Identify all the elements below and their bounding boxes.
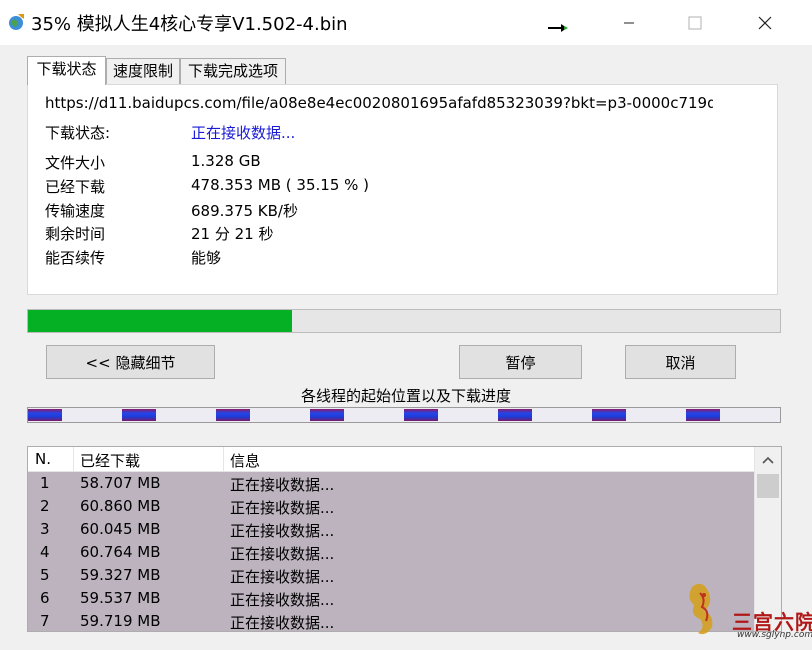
globe-download-icon (9, 14, 24, 30)
status-label: 下载状态: (45, 124, 111, 142)
close-button[interactable] (742, 0, 788, 45)
thread-progress-segment (404, 409, 438, 421)
thread-downloaded: 58.707 MB (80, 474, 161, 492)
thread-info: 正在接收数据... (230, 476, 335, 494)
minimize-button[interactable] (606, 0, 652, 45)
thread-number: 2 (40, 497, 50, 515)
thread-downloaded: 60.860 MB (80, 497, 161, 515)
column-header-downloaded[interactable]: 已经下载 (80, 450, 140, 471)
thread-number: 4 (40, 543, 50, 561)
thread-info: 正在接收数据... (230, 499, 335, 517)
thread-downloaded: 59.719 MB (80, 612, 161, 630)
thread-info: 正在接收数据... (230, 545, 335, 563)
tab-completion-options[interactable]: 下载完成选项 (180, 58, 286, 84)
threads-progress-bar (27, 407, 781, 423)
thread-list[interactable]: N. 已经下载 信息 1 58.707 MB 正在接收数据... 2 60.86… (27, 446, 782, 632)
tab-speed-limit[interactable]: 速度限制 (106, 58, 180, 84)
maximize-icon (688, 16, 702, 29)
download-details-panel: https://d11.baidupcs.com/file/a08e8e4ec0… (27, 84, 778, 295)
column-header-info[interactable]: 信息 (230, 450, 260, 471)
thread-number: 5 (40, 566, 50, 584)
thread-progress-segment (216, 409, 250, 421)
thread-downloaded: 59.537 MB (80, 589, 161, 607)
list-item[interactable]: 7 59.719 MB 正在接收数据... (28, 610, 754, 632)
column-divider (223, 447, 224, 472)
window-title: 35% 模拟人生4核心专享V1.502-4.bin (31, 14, 348, 35)
list-item[interactable]: 4 60.764 MB 正在接收数据... (28, 541, 754, 564)
threads-caption: 各线程的起始位置以及下载进度 (300, 387, 511, 405)
scroll-thumb[interactable] (757, 474, 779, 498)
thread-downloaded: 60.045 MB (80, 520, 161, 538)
list-item[interactable]: 3 60.045 MB 正在接收数据... (28, 518, 754, 541)
file-size-value: 1.328 GB (191, 152, 261, 170)
thread-info: 正在接收数据... (230, 591, 335, 609)
watermark-url: www.sglynp.com (737, 630, 812, 640)
thread-info: 正在接收数据... (230, 522, 335, 540)
thread-number: 7 (40, 612, 50, 630)
thread-progress-segment (686, 409, 720, 421)
pause-button[interactable]: 暂停 (459, 345, 582, 379)
thread-progress-segment (498, 409, 532, 421)
file-size-label: 文件大小 (45, 154, 106, 172)
download-progress-bar (27, 309, 781, 333)
time-left-value: 21 分 21 秒 (191, 225, 274, 243)
close-icon (758, 16, 772, 29)
scroll-up-button[interactable] (755, 447, 781, 472)
speed-value: 689.375 KB/秒 (191, 202, 298, 220)
speed-label: 传输速度 (45, 202, 106, 220)
thread-downloaded: 59.327 MB (80, 566, 161, 584)
hide-details-button[interactable]: << 隐藏细节 (46, 345, 215, 379)
thread-info: 正在接收数据... (230, 614, 335, 632)
status-value: 正在接收数据... (191, 124, 296, 142)
busy-arrow-cursor-icon (548, 24, 568, 32)
title-bar[interactable]: 35% 模拟人生4核心专享V1.502-4.bin (0, 0, 812, 45)
maximize-button[interactable] (672, 0, 718, 45)
list-item[interactable]: 2 60.860 MB 正在接收数据... (28, 495, 754, 518)
thread-progress-segment (28, 409, 62, 421)
download-url: https://d11.baidupcs.com/file/a08e8e4ec0… (45, 94, 713, 112)
thread-number: 1 (40, 474, 50, 492)
cancel-button[interactable]: 取消 (625, 345, 736, 379)
progress-fill (28, 310, 293, 332)
list-item[interactable]: 6 59.537 MB 正在接收数据... (28, 587, 754, 610)
thread-number: 6 (40, 589, 50, 607)
resume-value: 能够 (191, 249, 222, 267)
thread-info: 正在接收数据... (230, 568, 335, 586)
column-header-number[interactable]: N. (35, 450, 51, 468)
list-item[interactable]: 5 59.327 MB 正在接收数据... (28, 564, 754, 587)
resume-label: 能否续传 (45, 249, 106, 267)
thread-progress-segment (310, 409, 344, 421)
thread-progress-segment (122, 409, 156, 421)
thread-progress-segment (592, 409, 626, 421)
minimize-icon (624, 22, 634, 23)
list-header: N. 已经下载 信息 (28, 447, 754, 472)
thread-downloaded: 60.764 MB (80, 543, 161, 561)
downloaded-label: 已经下载 (45, 178, 106, 196)
time-left-label: 剩余时间 (45, 225, 106, 243)
column-divider (73, 447, 74, 472)
downloaded-value: 478.353 MB ( 35.15 % ) (191, 176, 370, 194)
chevron-up-icon (762, 456, 774, 464)
thread-number: 3 (40, 520, 50, 538)
tab-download-status[interactable]: 下载状态 (27, 56, 106, 85)
list-item[interactable]: 1 58.707 MB 正在接收数据... (28, 472, 754, 495)
